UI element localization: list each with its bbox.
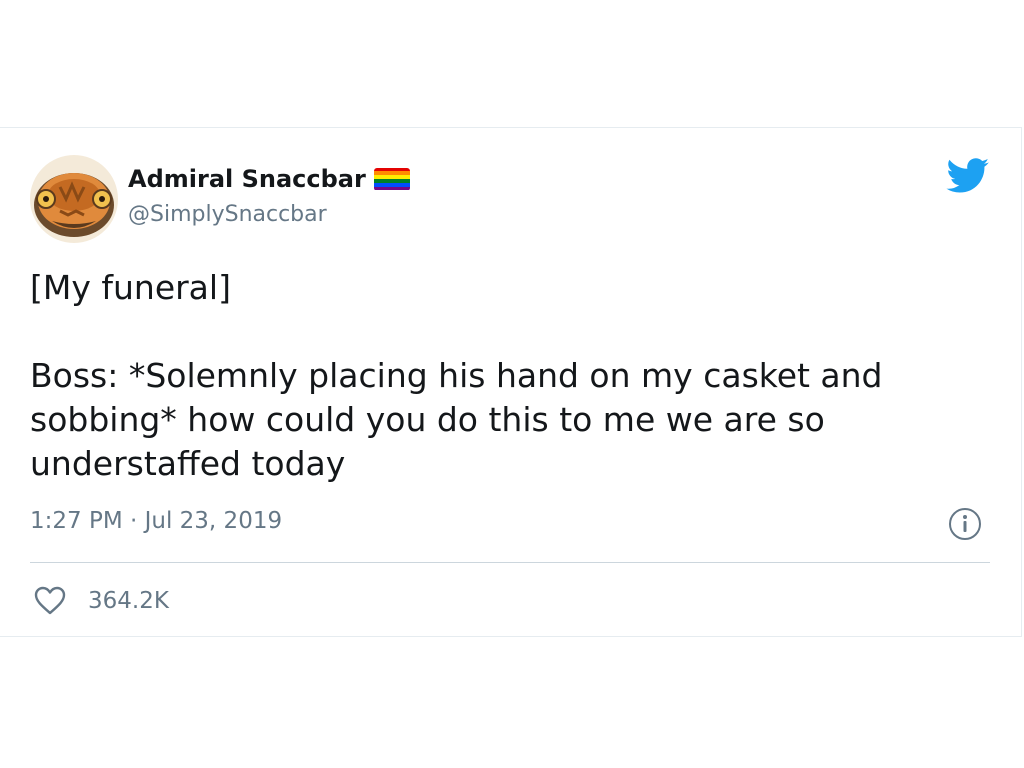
tweet-text-line-1: [My funeral] xyxy=(30,268,231,307)
tweet-text-line-2: Boss: *Solemnly placing his hand on my c… xyxy=(30,356,894,483)
tweet-text: [My funeral] Boss: *Solemnly placing his… xyxy=(30,266,990,486)
tweet-card: Admiral Snaccbar @SimplySnaccbar [My fun… xyxy=(0,127,1022,637)
author-display-name[interactable]: Admiral Snaccbar xyxy=(128,165,366,193)
twitter-bird-icon[interactable] xyxy=(946,158,990,194)
tweet-timestamp[interactable]: 1:27 PM · Jul 23, 2019 xyxy=(30,508,282,534)
rainbow-flag-icon xyxy=(373,167,410,191)
like-count: 364.2K xyxy=(88,588,169,614)
info-icon[interactable] xyxy=(948,507,982,541)
divider xyxy=(30,562,990,563)
admiral-ackbar-avatar-icon xyxy=(30,155,118,243)
heart-icon xyxy=(34,586,66,615)
author-handle[interactable]: @SimplySnaccbar xyxy=(128,202,327,227)
author-name-row: Admiral Snaccbar xyxy=(128,164,410,194)
like-button[interactable]: 364.2K xyxy=(34,586,169,616)
avatar[interactable] xyxy=(30,155,118,243)
